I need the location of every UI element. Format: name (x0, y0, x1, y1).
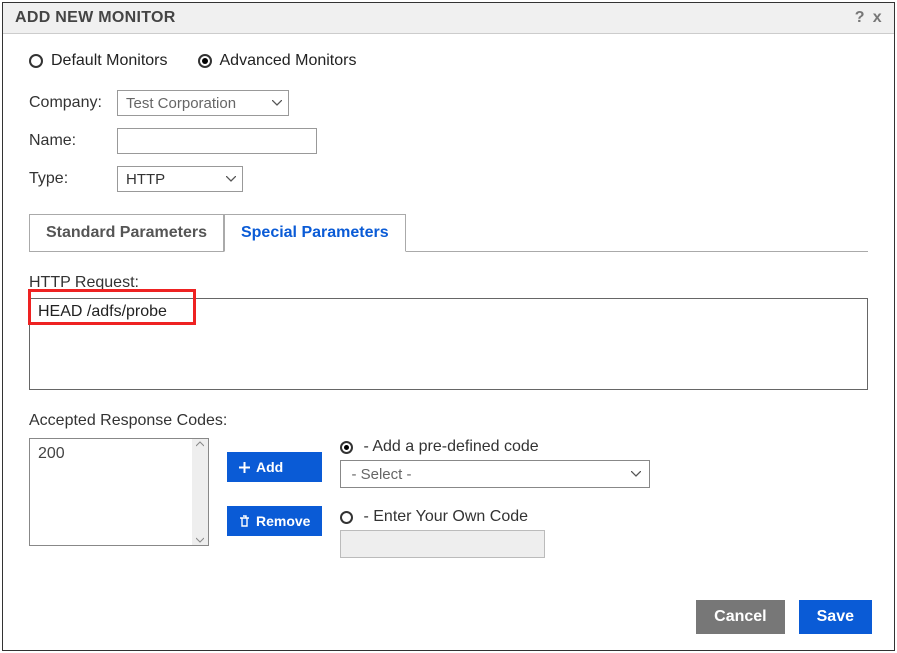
company-select[interactable]: Test Corporation (117, 90, 289, 116)
remove-code-button[interactable]: Remove (227, 506, 322, 536)
radio-icon (29, 54, 43, 68)
type-select-value: HTTP (126, 171, 165, 188)
close-icon[interactable]: x (873, 9, 882, 27)
plus-icon (239, 462, 250, 473)
own-code-label: - Enter Your Own Code (363, 508, 528, 526)
own-code-radio[interactable] (340, 511, 353, 524)
radio-icon (340, 511, 353, 524)
http-request-value: HEAD /adfs/probe (38, 303, 167, 320)
advanced-monitors-radio[interactable]: Advanced Monitors (198, 52, 357, 70)
code-item[interactable]: 200 (38, 445, 65, 462)
chevron-down-icon (272, 100, 282, 106)
http-request-textarea[interactable]: HEAD /adfs/probe (29, 298, 868, 390)
scroll-down-icon (196, 537, 204, 543)
default-monitors-radio[interactable]: Default Monitors (29, 52, 168, 70)
type-select[interactable]: HTTP (117, 166, 243, 192)
own-code-input[interactable] (340, 530, 545, 558)
tab-special-parameters[interactable]: Special Parameters (224, 214, 406, 252)
company-label: Company: (29, 94, 117, 112)
cancel-button-label: Cancel (714, 608, 766, 626)
help-icon[interactable]: ? (855, 9, 865, 27)
add-code-button[interactable]: Add (227, 452, 322, 482)
default-monitors-label: Default Monitors (51, 52, 168, 70)
listbox-scrollbar[interactable] (192, 439, 208, 545)
trash-icon (239, 515, 250, 527)
dialog-footer: Cancel Save (696, 600, 872, 634)
chevron-down-icon (226, 176, 236, 182)
tab-standard-parameters[interactable]: Standard Parameters (29, 214, 224, 251)
dialog-titlebar: ADD NEW MONITOR ? x (3, 3, 894, 34)
name-label: Name: (29, 132, 117, 150)
save-button[interactable]: Save (799, 600, 872, 634)
save-button-label: Save (817, 608, 854, 626)
accepted-codes-label: Accepted Response Codes: (29, 412, 868, 430)
scroll-up-icon (196, 441, 204, 447)
type-label: Type: (29, 170, 117, 188)
cancel-button[interactable]: Cancel (696, 600, 784, 634)
predefined-code-radio[interactable] (340, 441, 353, 454)
chevron-down-icon (631, 471, 641, 477)
dialog-title: ADD NEW MONITOR (15, 9, 176, 27)
add-monitor-dialog: ADD NEW MONITOR ? x Default Monitors Adv… (2, 2, 895, 651)
response-codes-listbox[interactable]: 200 (29, 438, 209, 546)
predefined-code-label: - Add a pre-defined code (363, 438, 538, 456)
tab-label: Special Parameters (241, 224, 389, 241)
predefined-select-value: - Select - (351, 466, 411, 483)
tab-label: Standard Parameters (46, 224, 207, 241)
parameter-tabs: Standard Parameters Special Parameters (29, 214, 868, 252)
radio-icon (198, 54, 212, 68)
predefined-code-select[interactable]: - Select - (340, 460, 650, 488)
radio-icon (340, 441, 353, 454)
name-input[interactable] (117, 128, 317, 154)
monitor-mode-radios: Default Monitors Advanced Monitors (29, 52, 868, 70)
remove-button-label: Remove (256, 513, 310, 529)
add-button-label: Add (256, 459, 283, 475)
advanced-monitors-label: Advanced Monitors (220, 52, 357, 70)
http-request-label: HTTP Request: (29, 274, 868, 292)
company-select-value: Test Corporation (126, 95, 236, 112)
